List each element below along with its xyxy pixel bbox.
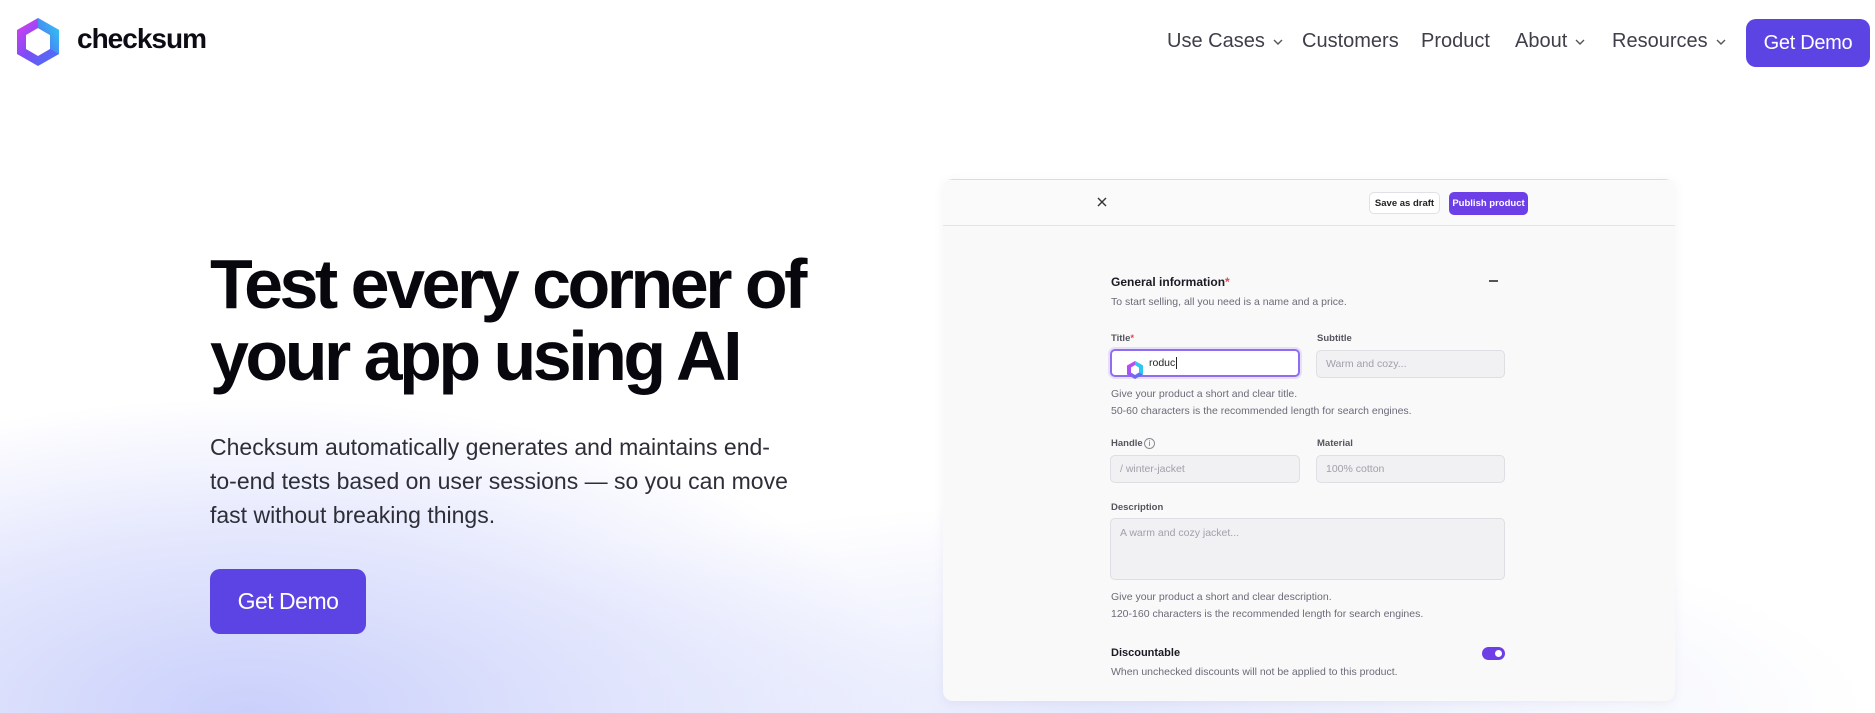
chevron-down-icon xyxy=(1273,39,1283,45)
info-icon[interactable]: i xyxy=(1144,438,1155,449)
title-hint: Give your product a short and clear titl… xyxy=(1111,388,1298,400)
section-description: To start selling, all you need is a name… xyxy=(1111,296,1347,308)
logo-text: checksum xyxy=(77,23,207,54)
section-title: General information* xyxy=(1111,275,1230,289)
discountable-hint: When unchecked discounts will not be app… xyxy=(1111,666,1398,678)
publish-product-button[interactable]: Publish product xyxy=(1449,192,1528,215)
hero-subtitle: Checksum automatically generates and mai… xyxy=(210,434,788,528)
discountable-toggle[interactable] xyxy=(1482,647,1505,660)
hero-title-line: Test every corner of xyxy=(210,245,807,323)
site-header: checksum Use Cases Customers Product Abo… xyxy=(0,0,1875,86)
hero-get-demo-button[interactable]: Get Demo xyxy=(210,569,366,634)
description-placeholder: A warm and cozy jacket... xyxy=(1120,527,1240,539)
nav-label: Product xyxy=(1421,30,1490,52)
checksum-cursor-icon xyxy=(1127,361,1143,379)
handle-placeholder: / winter-jacket xyxy=(1120,463,1185,475)
nav-about[interactable]: About xyxy=(1515,30,1586,53)
title-hint: 50-60 characters is the recommended leng… xyxy=(1111,405,1412,417)
nav-resources[interactable]: Resources xyxy=(1612,30,1727,53)
checksum-logo-icon xyxy=(17,18,59,66)
required-mark: * xyxy=(1225,275,1230,289)
nav-customers[interactable]: Customers xyxy=(1302,30,1399,53)
close-icon[interactable] xyxy=(1095,195,1109,209)
nav-label: Use Cases xyxy=(1167,30,1265,52)
title-label: Title* xyxy=(1111,333,1134,344)
material-input[interactable]: 100% cotton xyxy=(1316,455,1505,483)
description-textarea[interactable]: A warm and cozy jacket... xyxy=(1110,518,1505,580)
nav-label: About xyxy=(1515,30,1568,52)
subtitle-placeholder: Warm and cozy... xyxy=(1326,358,1407,370)
nav-use-cases[interactable]: Use Cases xyxy=(1167,30,1284,53)
title-label-text: Title xyxy=(1111,333,1131,344)
discountable-label: Discountable xyxy=(1111,647,1181,659)
nav-product[interactable]: Product xyxy=(1421,30,1490,53)
hero-title-line: your app using AI xyxy=(210,317,743,395)
header-get-demo-button[interactable]: Get Demo xyxy=(1746,19,1870,67)
nav-label: Customers xyxy=(1302,30,1399,52)
chevron-down-icon xyxy=(1716,39,1726,45)
logo[interactable]: checksum xyxy=(15,16,207,68)
description-hint: Give your product a short and clear desc… xyxy=(1111,591,1332,603)
mock-toolbar: Save as draft Publish product xyxy=(943,179,1675,226)
material-label: Material xyxy=(1317,438,1353,449)
product-form-mock: Save as draft Publish product General in… xyxy=(943,179,1675,701)
save-draft-button[interactable]: Save as draft xyxy=(1369,192,1440,214)
title-input-value: roduc xyxy=(1149,357,1176,369)
material-placeholder: 100% cotton xyxy=(1326,463,1385,475)
hero-title: Test every corner of your app using AI xyxy=(210,248,860,392)
collapse-icon[interactable] xyxy=(1489,280,1498,282)
text-caret xyxy=(1176,357,1178,369)
subtitle-input[interactable]: Warm and cozy... xyxy=(1316,350,1505,378)
subtitle-label: Subtitle xyxy=(1317,333,1352,344)
nav-label: Resources xyxy=(1612,30,1708,52)
section-title-text: General information xyxy=(1111,275,1226,289)
description-label: Description xyxy=(1111,502,1164,513)
handle-input[interactable]: / winter-jacket xyxy=(1110,455,1300,483)
description-hint: 120-160 characters is the recommended le… xyxy=(1111,608,1424,620)
chevron-down-icon xyxy=(1575,39,1585,45)
required-mark: * xyxy=(1130,333,1135,344)
handle-label: Handle xyxy=(1111,438,1143,449)
